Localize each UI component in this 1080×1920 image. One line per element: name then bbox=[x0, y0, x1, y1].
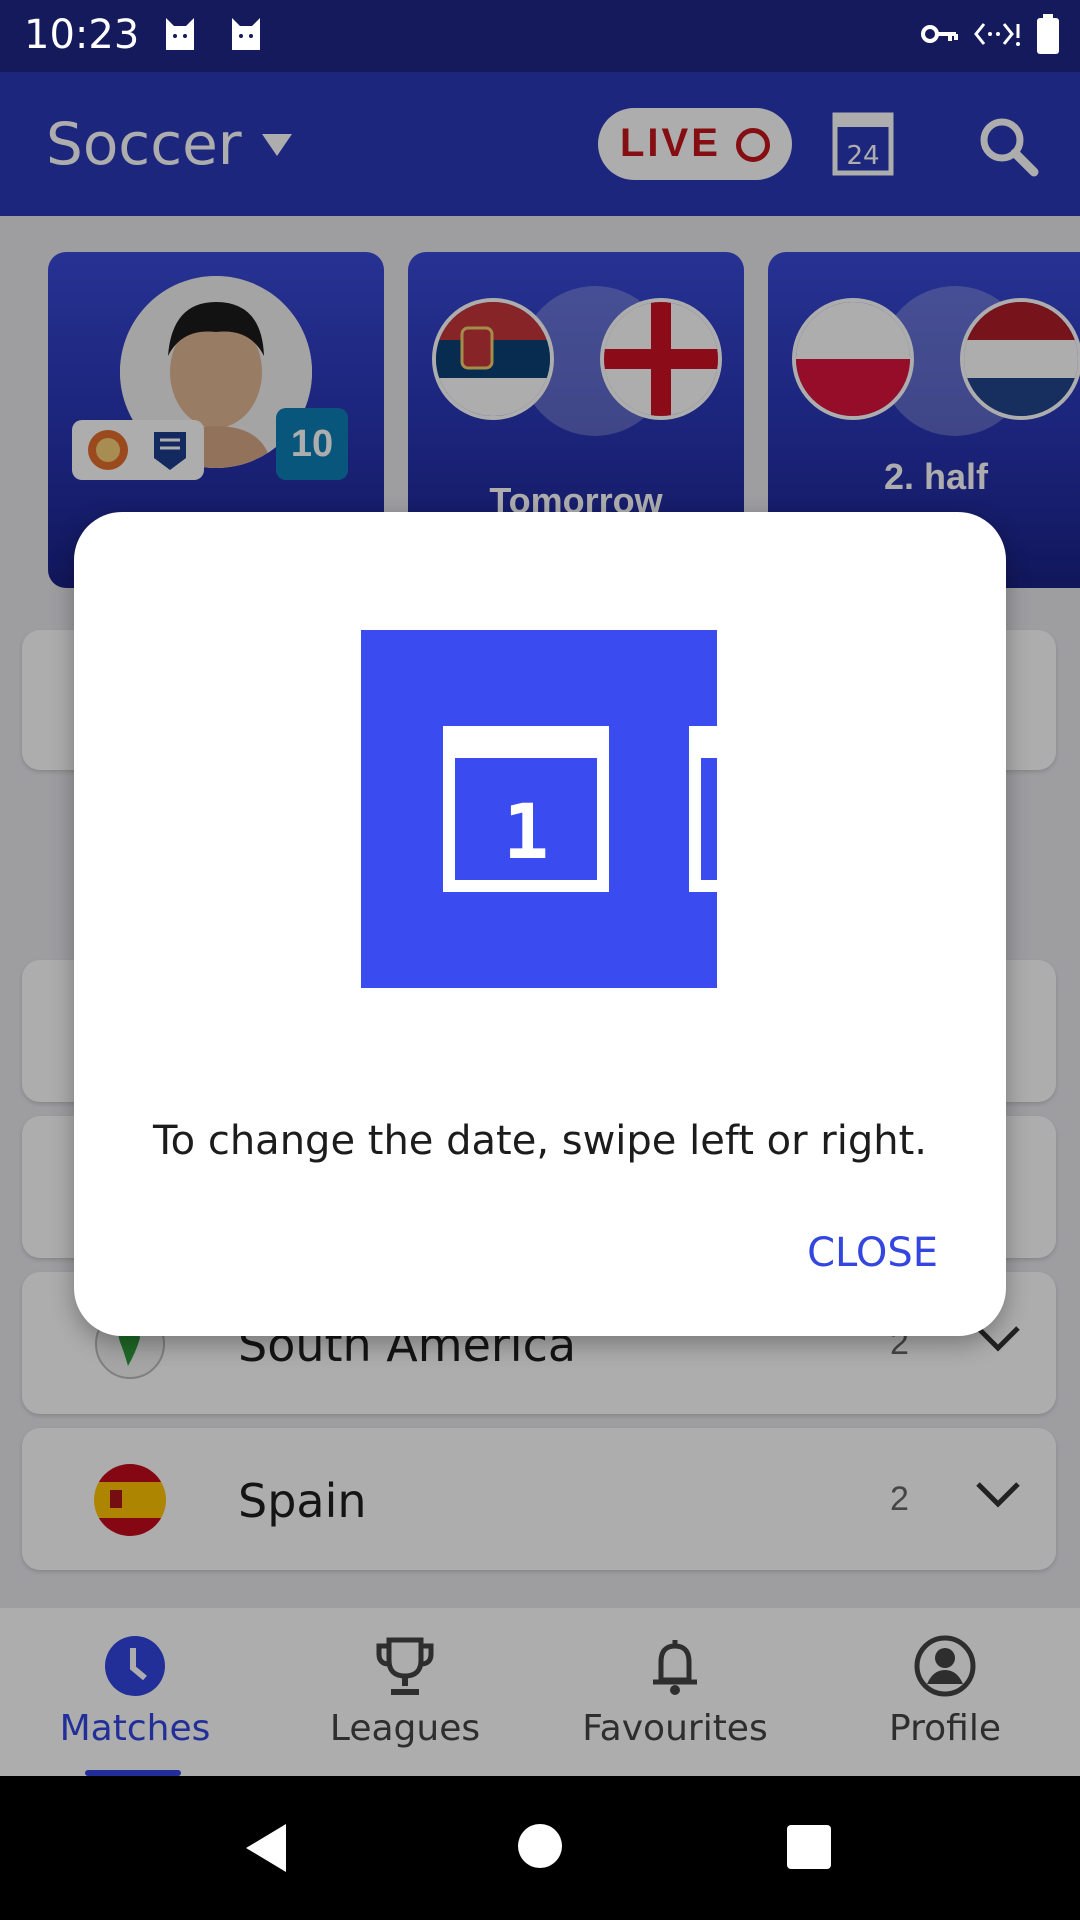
calendar-swipe-illustration: 1 bbox=[361, 630, 717, 988]
system-navigation-bar bbox=[0, 1776, 1080, 1920]
data-transfer-icon bbox=[974, 23, 1020, 46]
battery-icon bbox=[1037, 14, 1059, 54]
status-time: 10:23 bbox=[24, 12, 140, 58]
vpn-key-icon bbox=[921, 25, 958, 43]
back-icon[interactable] bbox=[242, 1820, 290, 1876]
date-swipe-tip-dialog: 1 To change the date, swipe left or righ… bbox=[74, 512, 1006, 1336]
cat-notification-icon bbox=[232, 18, 260, 50]
dialog-message: To change the date, swipe left or right. bbox=[153, 1118, 927, 1164]
status-bar: 10:23 bbox=[0, 0, 1080, 72]
illustration-day: 1 bbox=[503, 787, 549, 876]
recents-icon[interactable] bbox=[786, 1824, 832, 1870]
close-button[interactable]: CLOSE bbox=[807, 1230, 938, 1276]
status-icons bbox=[920, 14, 1060, 54]
cat-notification-icon bbox=[166, 18, 194, 50]
home-icon[interactable] bbox=[516, 1822, 564, 1870]
